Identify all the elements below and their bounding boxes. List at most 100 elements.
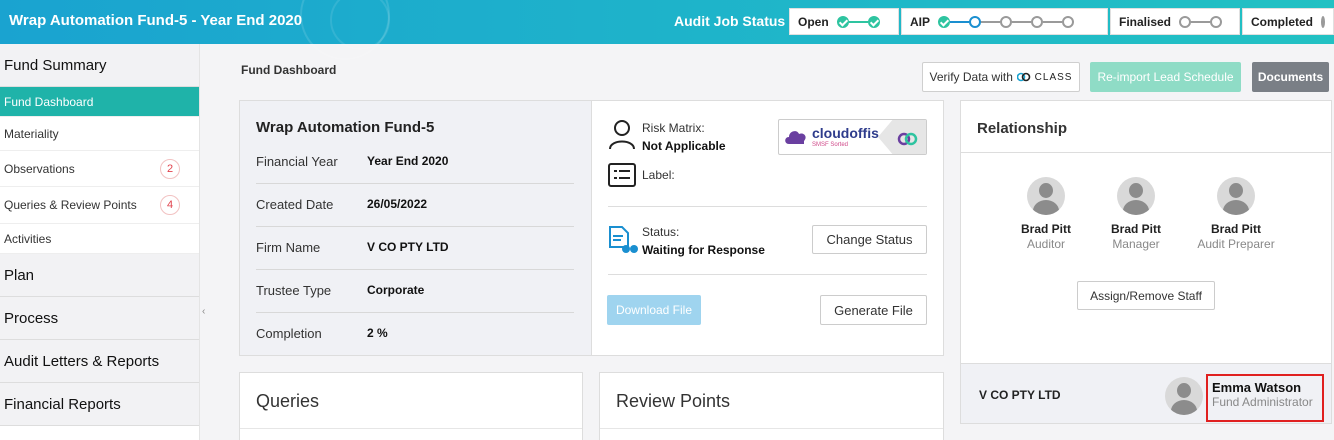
sidebar-item-fund-dashboard[interactable]: Fund Dashboard xyxy=(0,87,199,117)
queries-panel: Queries xyxy=(239,372,583,440)
stage-label: Completed xyxy=(1251,14,1314,29)
verify-button-label: Verify Data with xyxy=(929,70,1013,84)
panel-title: Review Points xyxy=(616,391,731,411)
stage-aip[interactable]: AIP xyxy=(901,8,1108,35)
reimport-lead-schedule-button[interactable]: Re-import Lead Schedule xyxy=(1090,62,1241,92)
assign-remove-staff-button[interactable]: Assign/Remove Staff xyxy=(1077,281,1215,310)
fund-row-key: Trustee Type xyxy=(256,283,332,298)
admin-role: Fund Administrator xyxy=(1212,395,1313,409)
sidebar-section-process[interactable]: Process xyxy=(0,297,199,340)
review-points-panel: Review Points xyxy=(599,372,944,440)
staff-name: Brad Pitt xyxy=(1210,222,1261,236)
top-bar: Wrap Automation Fund-5 - Year End 2020 A… xyxy=(0,0,1334,60)
active-step-icon xyxy=(969,15,982,28)
staff-member[interactable]: Brad Pitt Audit Preparer xyxy=(1186,177,1286,251)
fund-row: Firm Name V CO PTY LTD xyxy=(256,227,574,270)
avatar xyxy=(1027,177,1065,215)
cloudoffis-name: cloudoffis xyxy=(812,125,879,141)
progress-line xyxy=(1012,20,1032,23)
sidebar-section-fund-summary[interactable]: Fund Summary xyxy=(0,44,199,87)
divider xyxy=(961,152,1331,153)
sidebar-section-financial-reports[interactable]: Financial Reports xyxy=(0,383,199,426)
cloudoffis-logo[interactable]: cloudoffis SMSF Sorted xyxy=(778,119,927,155)
generate-file-button[interactable]: Generate File xyxy=(820,295,927,325)
sidebar-section-plan[interactable]: Plan xyxy=(0,254,199,297)
cloudoffis-tagline: SMSF Sorted xyxy=(812,142,849,148)
person-icon xyxy=(609,120,635,150)
link-icon xyxy=(897,132,918,146)
staff-role: Manager xyxy=(1112,237,1160,251)
status-field: Status: Waiting for Response xyxy=(642,225,765,257)
class-logo: CLASS xyxy=(1016,72,1073,83)
relationship-card: Relationship Brad Pitt Auditor Brad Pitt… xyxy=(960,100,1332,424)
avatar xyxy=(1217,177,1255,215)
divider xyxy=(608,274,927,275)
sidebar-section-audit-letters-reports[interactable]: Audit Letters & Reports xyxy=(0,340,199,383)
chevron-left-icon: ‹ xyxy=(202,306,206,317)
fund-title: Wrap Automation Fund-5 - Year End 2020 xyxy=(9,12,303,29)
stage-finalised[interactable]: Finalised xyxy=(1110,8,1240,35)
risk-matrix: Risk Matrix: Not Applicable xyxy=(642,121,726,153)
divider xyxy=(608,206,927,207)
verify-data-button[interactable]: Verify Data with CLASS xyxy=(922,62,1080,92)
stage-completed[interactable]: Completed xyxy=(1242,8,1334,35)
audit-job-status-label: Audit Job Status xyxy=(674,13,786,29)
sidebar-item-observations[interactable]: Observations 2 xyxy=(0,151,199,187)
sidebar-collapse-handle[interactable]: ‹ xyxy=(199,44,213,440)
fund-row-value: 2 % xyxy=(367,326,388,340)
count-badge: 4 xyxy=(160,195,180,215)
fund-row-key: Financial Year xyxy=(256,154,338,169)
staff-name: Brad Pitt xyxy=(1020,222,1071,236)
check-icon xyxy=(867,15,880,28)
change-status-button[interactable]: Change Status xyxy=(812,225,927,254)
sidebar-item-activities[interactable]: Activities xyxy=(0,224,199,254)
sidebar-item-label: Materiality xyxy=(4,126,59,141)
class-logo-icon xyxy=(1016,72,1031,82)
check-icon xyxy=(836,15,849,28)
pending-step-icon xyxy=(1062,15,1075,28)
fund-name: Wrap Automation Fund-5 xyxy=(256,119,435,136)
risk-matrix-value: Not Applicable xyxy=(642,139,726,153)
pending-step-icon xyxy=(1000,15,1013,28)
firm-name: V CO PTY LTD xyxy=(979,388,1061,402)
staff-member[interactable]: Brad Pitt Auditor xyxy=(996,177,1096,251)
download-file-button[interactable]: Download File xyxy=(607,295,701,325)
fund-row-key: Created Date xyxy=(256,197,334,212)
fund-row-value: Year End 2020 xyxy=(367,154,449,168)
sidebar-item-label: Activities xyxy=(4,231,52,246)
sidebar-item-label: Queries & Review Points xyxy=(4,198,137,212)
sidebar-item-queries-review-points[interactable]: Queries & Review Points 4 xyxy=(0,187,199,224)
fund-administrator-row: V CO PTY LTD Emma Watson Fund Administra… xyxy=(961,363,1331,423)
progress-line xyxy=(950,20,970,23)
staff-role: Audit Preparer xyxy=(1197,237,1275,251)
fund-row: Completion 2 % xyxy=(256,313,574,356)
panel-title: Queries xyxy=(256,391,320,411)
divider xyxy=(600,428,943,429)
document-status-icon xyxy=(609,226,638,253)
staff-member[interactable]: Brad Pitt Manager xyxy=(1086,177,1186,251)
sidebar-item-label: Observations xyxy=(4,161,75,176)
fund-row-value: Corporate xyxy=(367,283,425,297)
label-field: Label: xyxy=(642,168,675,182)
staff-name: Brad Pitt xyxy=(1110,222,1161,236)
stage-open[interactable]: Open xyxy=(789,8,899,35)
fund-row-value: V CO PTY LTD xyxy=(367,240,449,254)
fund-row-value: 26/05/2022 xyxy=(367,197,428,211)
cloud-icon xyxy=(785,131,806,144)
stage-label: Finalised xyxy=(1119,14,1172,29)
fund-card: Wrap Automation Fund-5 Financial Year Ye… xyxy=(239,100,944,356)
count-badge: 2 xyxy=(160,158,180,179)
progress-line xyxy=(848,20,868,23)
pending-step-icon xyxy=(1031,15,1044,28)
divider xyxy=(240,428,582,429)
progress-line xyxy=(1191,20,1211,23)
documents-button[interactable]: Documents xyxy=(1252,62,1329,92)
fund-details: Wrap Automation Fund-5 Financial Year Ye… xyxy=(240,101,592,355)
fund-row-key: Firm Name xyxy=(256,240,321,255)
sidebar-item-materiality[interactable]: Materiality xyxy=(0,117,199,151)
fund-row-key: Completion xyxy=(256,326,322,341)
admin-name[interactable]: Emma Watson xyxy=(1212,380,1301,395)
sidebar: Fund Summary Fund Dashboard Materiality … xyxy=(0,44,199,440)
relationship-title: Relationship xyxy=(977,120,1068,137)
pending-step-icon xyxy=(1210,15,1223,28)
